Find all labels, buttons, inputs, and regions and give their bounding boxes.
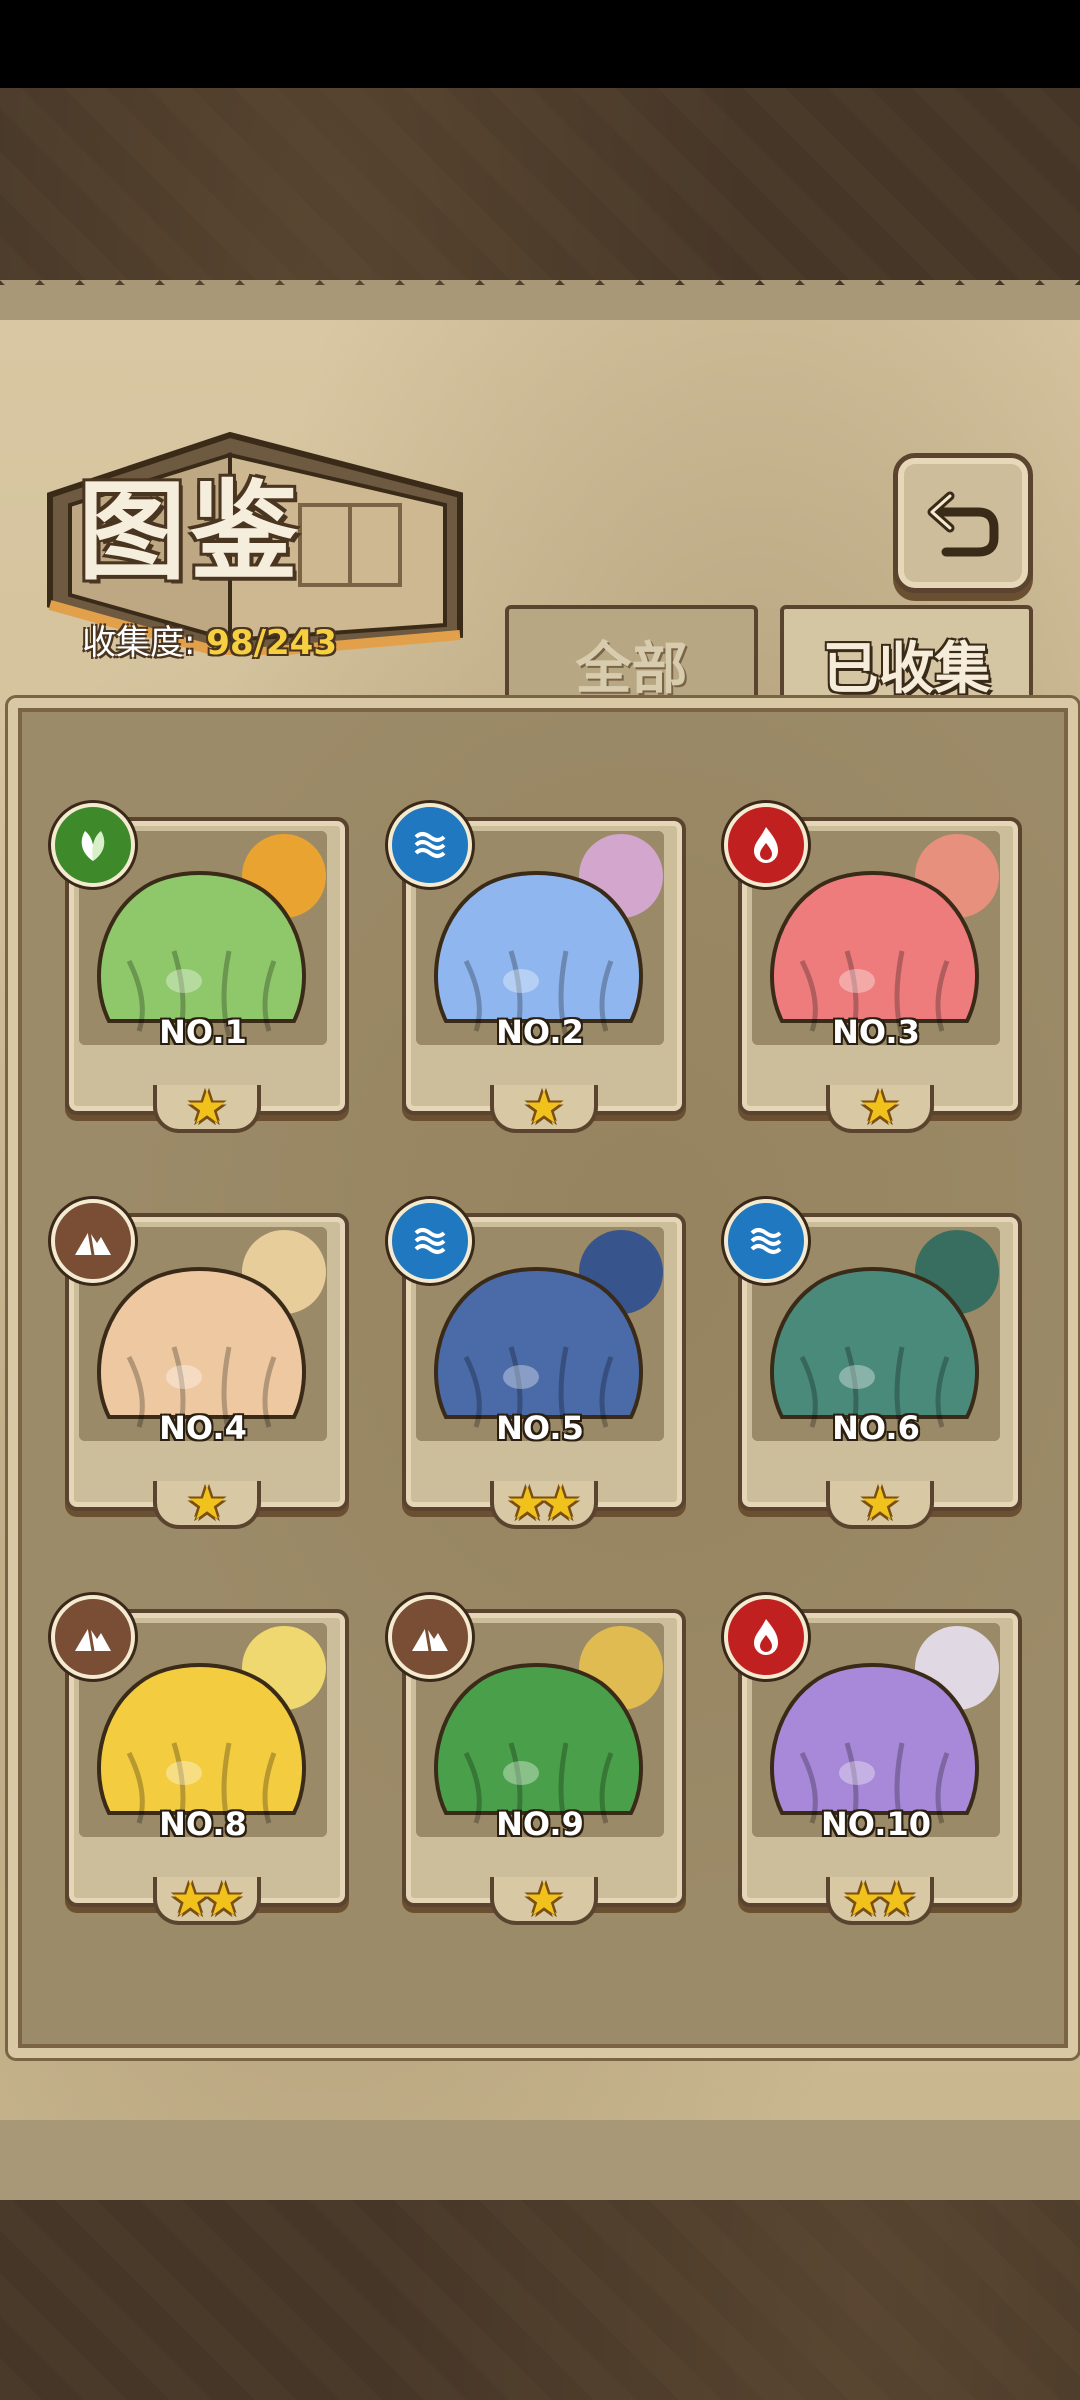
- monster-number: NO.1: [159, 1013, 247, 1051]
- monster-card[interactable]: NO.1 ★: [51, 803, 349, 1134]
- water-element-icon: [388, 1199, 472, 1283]
- monster-number: NO.2: [496, 1013, 584, 1051]
- earth-element-icon: [388, 1595, 472, 1679]
- grass-element-icon: [51, 803, 135, 887]
- star-icon: ★: [186, 1080, 228, 1134]
- star-icon: ★: [523, 1080, 565, 1134]
- monster-card[interactable]: NO.3 ★: [724, 803, 1022, 1134]
- star-icon: ★: [876, 1872, 918, 1926]
- star-icon: ★: [203, 1872, 245, 1926]
- collection-label: 收集度:: [82, 623, 196, 663]
- water-element-icon: [724, 1199, 808, 1283]
- monster-number: NO.6: [832, 1409, 920, 1447]
- monster-number: NO.10: [821, 1805, 931, 1843]
- status-bar: [0, 0, 1080, 88]
- monster-card[interactable]: NO.2 ★: [388, 803, 686, 1134]
- monster-number: NO.4: [159, 1409, 247, 1447]
- star-rating: ★: [490, 1080, 598, 1134]
- monster-card[interactable]: NO.8 ★ ★: [51, 1595, 349, 1926]
- monster-card[interactable]: NO.6 ★: [724, 1199, 1022, 1530]
- monster-card[interactable]: NO.5 ★ ★: [388, 1199, 686, 1530]
- star-rating: ★: [826, 1476, 934, 1530]
- star-rating: ★ ★: [826, 1872, 934, 1926]
- star-rating: ★ ★: [490, 1476, 598, 1530]
- monster-card[interactable]: NO.4 ★: [51, 1199, 349, 1530]
- collection-progress: 收集度: 98/243: [82, 615, 337, 664]
- monster-card[interactable]: NO.10 ★ ★: [724, 1595, 1022, 1926]
- monster-number: NO.8: [159, 1805, 247, 1843]
- fire-element-icon: [724, 803, 808, 887]
- monster-card[interactable]: NO.9 ★: [388, 1595, 686, 1926]
- banner-edge-top: [0, 280, 1080, 320]
- earth-element-icon: [51, 1595, 135, 1679]
- star-rating: ★: [153, 1476, 261, 1530]
- page-title: 图鉴: [78, 469, 303, 595]
- star-rating: ★ ★: [153, 1872, 261, 1926]
- star-icon: ★: [523, 1872, 565, 1926]
- monster-number: NO.9: [496, 1805, 584, 1843]
- star-rating: ★: [153, 1080, 261, 1134]
- earth-element-icon: [51, 1199, 135, 1283]
- water-element-icon: [388, 803, 472, 887]
- monster-number: NO.5: [496, 1409, 584, 1447]
- back-button[interactable]: [893, 453, 1033, 593]
- fire-element-icon: [724, 1595, 808, 1679]
- back-arrow-icon: [927, 491, 999, 557]
- star-icon: ★: [540, 1476, 582, 1530]
- star-rating: ★: [490, 1872, 598, 1926]
- star-rating: ★: [826, 1080, 934, 1134]
- star-icon: ★: [859, 1080, 901, 1134]
- star-icon: ★: [859, 1476, 901, 1530]
- star-icon: ★: [186, 1476, 228, 1530]
- banner-edge-bottom: [0, 2115, 1080, 2155]
- collection-count: 98/243: [206, 623, 337, 663]
- monster-number: NO.3: [832, 1013, 920, 1051]
